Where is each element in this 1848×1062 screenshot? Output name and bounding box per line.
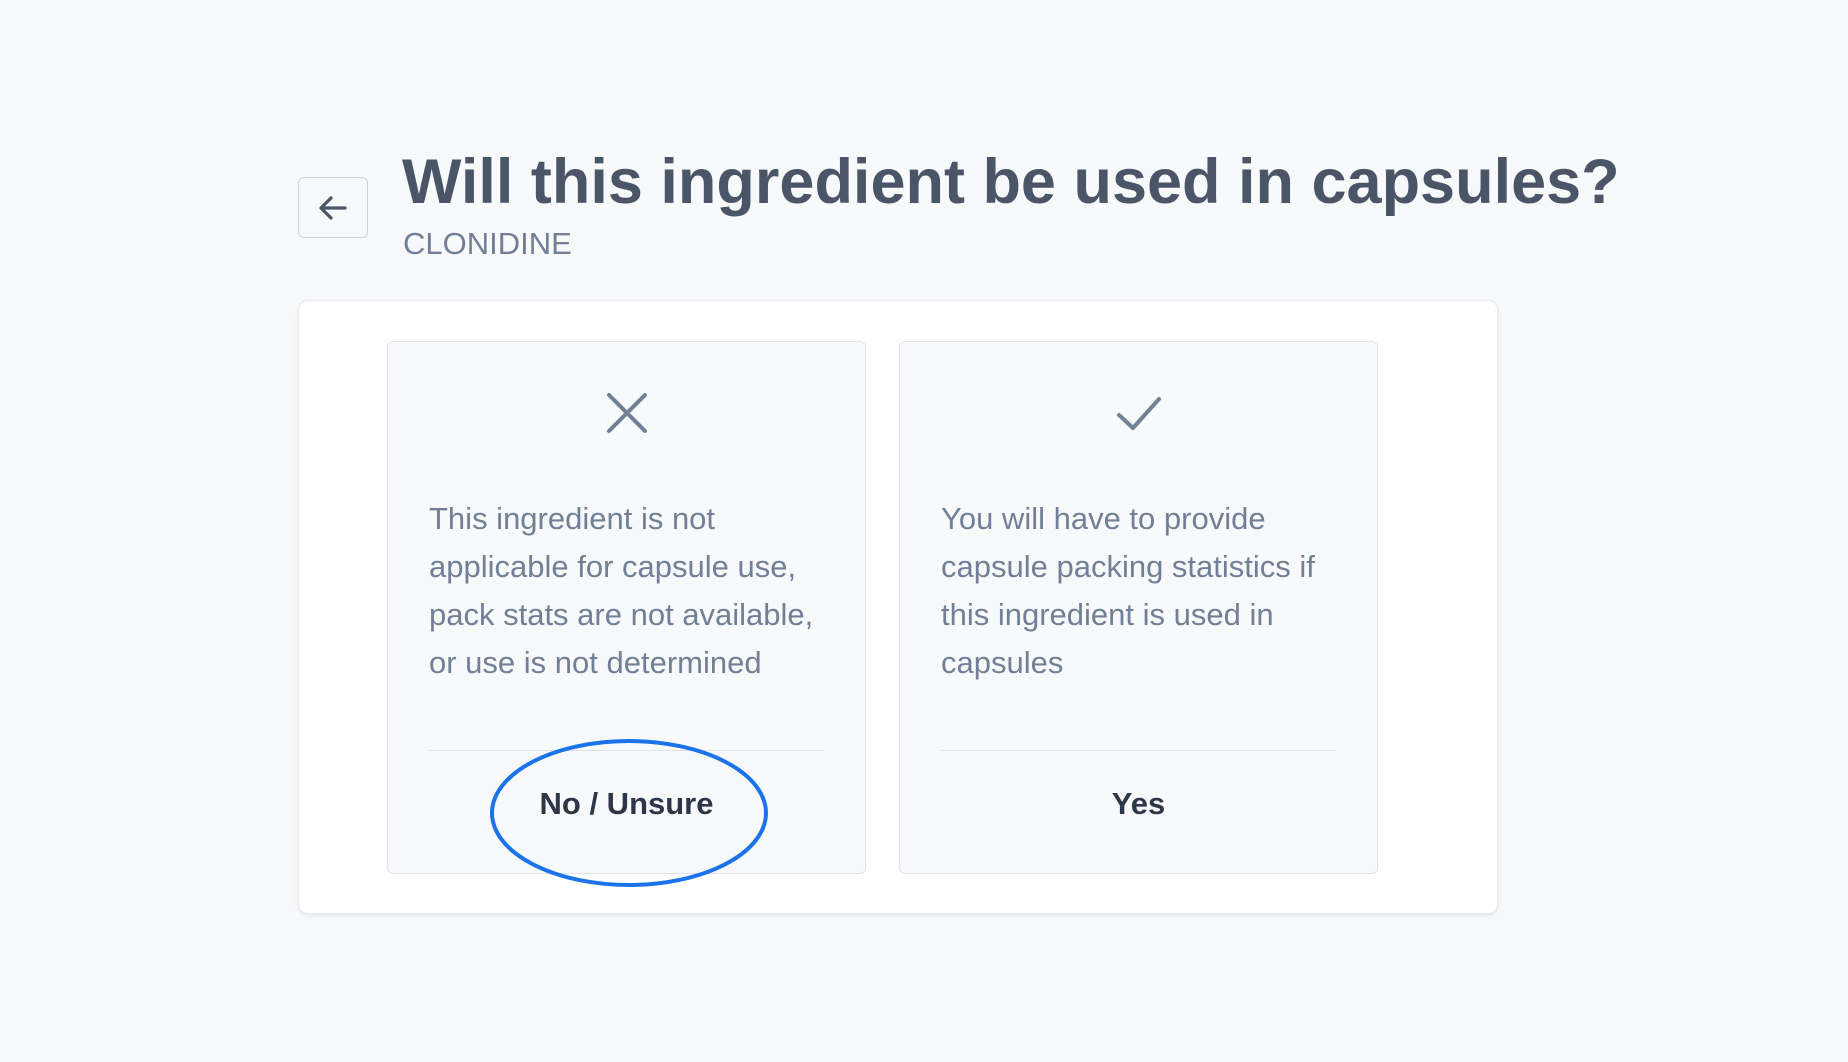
yes-button[interactable]: Yes xyxy=(900,786,1377,822)
ingredient-name: CLONIDINE xyxy=(403,226,572,261)
divider xyxy=(429,750,824,751)
x-icon xyxy=(606,393,647,433)
option-description: This ingredient is not applicable for ca… xyxy=(429,501,814,680)
option-description: You will have to provide capsule packing… xyxy=(941,501,1315,680)
option-card-yes[interactable]: You will have to provide capsule packing… xyxy=(899,341,1378,874)
option-card-no-unsure[interactable]: This ingredient is not applicable for ca… xyxy=(387,341,866,874)
arrow-left-icon xyxy=(319,195,347,220)
no-unsure-button[interactable]: No / Unsure xyxy=(388,786,865,822)
divider xyxy=(941,750,1336,751)
options-panel: This ingredient is not applicable for ca… xyxy=(298,300,1498,914)
back-button[interactable] xyxy=(298,177,368,238)
page-title: Will this ingredient be used in capsules… xyxy=(402,147,1620,217)
check-icon xyxy=(1116,397,1161,430)
